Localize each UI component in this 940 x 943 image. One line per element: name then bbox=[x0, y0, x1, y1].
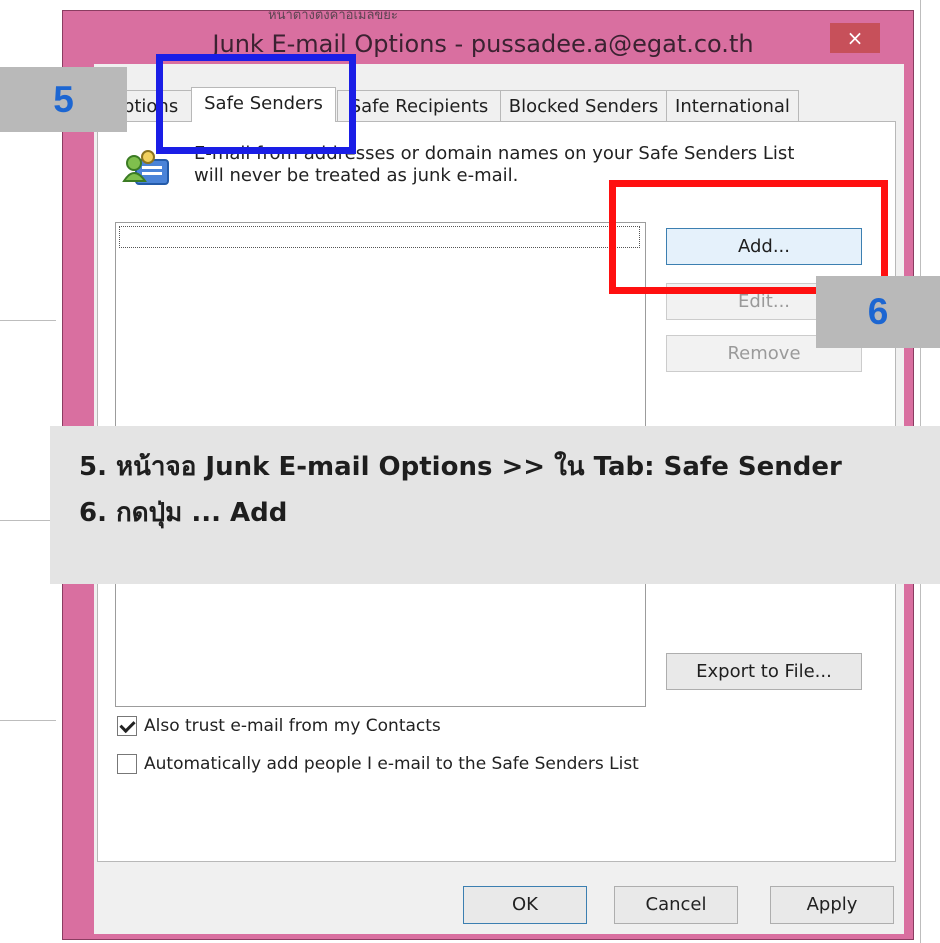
background-rule bbox=[0, 720, 56, 721]
trust-contacts-option[interactable]: Also trust e-mail from my Contacts bbox=[117, 714, 441, 738]
tab-safe-recipients[interactable]: Safe Recipients bbox=[337, 90, 501, 121]
close-icon: × bbox=[846, 26, 864, 50]
apply-button[interactable]: Apply bbox=[770, 886, 894, 924]
instruction-line-6: 6. กดปุ่ม ... Add bbox=[79, 498, 288, 528]
cancel-button[interactable]: Cancel bbox=[614, 886, 738, 924]
close-button[interactable]: × bbox=[830, 23, 880, 53]
tab-strip: Options Safe Senders Safe Recipients Blo… bbox=[94, 87, 894, 123]
tab-blocked-senders[interactable]: Blocked Senders bbox=[500, 90, 667, 121]
instruction-note: 5. หน้าจอ Junk E-mail Options >> ใน Tab:… bbox=[50, 426, 940, 584]
background-rule bbox=[0, 520, 56, 521]
ok-button[interactable]: OK bbox=[463, 886, 587, 924]
export-to-file-button[interactable]: Export to File... bbox=[666, 653, 862, 690]
list-focus-row[interactable] bbox=[119, 226, 640, 248]
step-6-callout: 6 bbox=[816, 276, 940, 348]
background-rule bbox=[0, 320, 56, 321]
trust-contacts-checkbox[interactable] bbox=[117, 716, 137, 736]
checkmark-icon bbox=[119, 716, 136, 734]
tab-international[interactable]: International bbox=[666, 90, 799, 121]
auto-add-recipients-checkbox[interactable] bbox=[117, 754, 137, 774]
step-5-callout: 5 bbox=[0, 67, 127, 132]
instruction-line-5: 5. หน้าจอ Junk E-mail Options >> ใน Tab:… bbox=[79, 452, 842, 482]
auto-add-recipients-option[interactable]: Automatically add people I e-mail to the… bbox=[117, 752, 639, 776]
trust-contacts-label: Also trust e-mail from my Contacts bbox=[144, 716, 441, 736]
tab-safe-senders[interactable]: Safe Senders bbox=[191, 87, 336, 122]
auto-add-recipients-label: Automatically add people I e-mail to the… bbox=[144, 754, 639, 774]
background-window-strip: หน้าต่างตั้งค่าอีเมลขยะ bbox=[268, 11, 398, 21]
